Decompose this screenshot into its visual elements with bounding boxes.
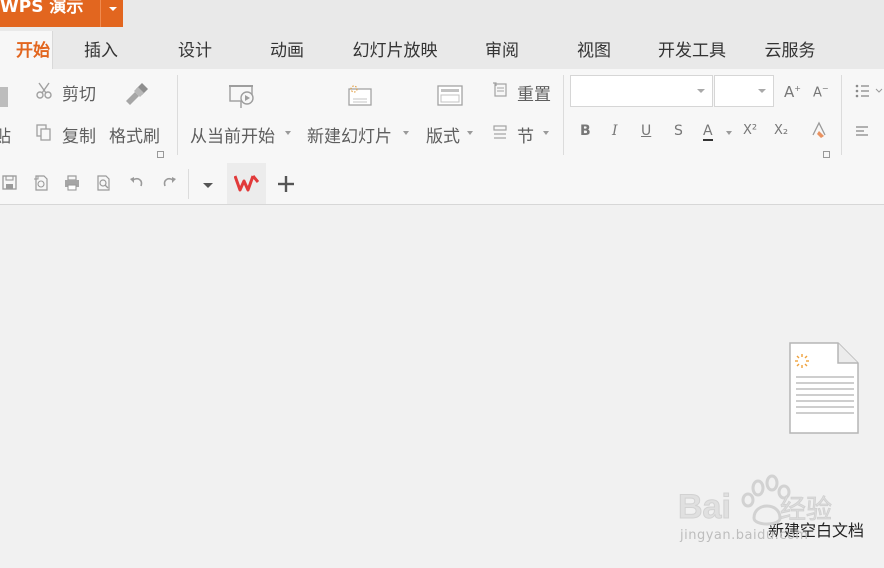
app-menu-dropdown-icon[interactable] (100, 0, 123, 27)
print-icon[interactable] (64, 175, 80, 191)
tab-insert[interactable]: 插入 (80, 31, 122, 69)
ribbon-separator (841, 75, 842, 155)
subscript-button[interactable]: X₂ (774, 123, 788, 138)
redo-icon[interactable] (161, 175, 177, 191)
font-color-caret-icon[interactable] (726, 131, 732, 135)
watermark-url: jingyan.baidu.com (680, 528, 809, 543)
reset-button[interactable]: 重置 (517, 80, 551, 105)
tab-slideshow[interactable]: 幻灯片放映 (347, 31, 443, 69)
scissors-icon[interactable] (36, 82, 52, 100)
tab-developer[interactable]: 开发工具 (653, 31, 731, 69)
decrease-font-size-icon[interactable]: A− (813, 84, 829, 100)
font-size-dropdown-icon[interactable] (758, 89, 766, 93)
new-slide-button[interactable]: 新建幻灯片 (307, 122, 392, 147)
font-name-dropdown-icon[interactable] (697, 89, 705, 93)
new-tab-plus-icon[interactable] (276, 174, 296, 194)
tab-home[interactable]: 开始 (0, 31, 53, 69)
export-pdf-icon[interactable] (33, 175, 49, 191)
ribbon-panel: 贴 剪切 复制 格式刷 从当前开始 新建幻灯片 版式 重置 节 A+ A− B … (0, 69, 884, 163)
section-button[interactable]: 节 (517, 122, 534, 147)
format-painter-icon[interactable] (122, 81, 150, 109)
tab-review[interactable]: 审阅 (481, 31, 523, 69)
customize-dropdown-icon[interactable] (203, 183, 213, 188)
bold-button[interactable]: B (580, 123, 591, 139)
ribbon-separator (177, 75, 178, 155)
svg-text:Bai: Bai (678, 488, 731, 526)
quick-access-separator (188, 169, 189, 199)
cut-button[interactable]: 剪切 (62, 80, 96, 105)
tab-view[interactable]: 视图 (573, 31, 615, 69)
paste-button-label[interactable]: 贴 (0, 122, 11, 147)
print-preview-icon[interactable] (96, 175, 112, 191)
new-blank-document-icon[interactable] (788, 342, 860, 436)
copy-button[interactable]: 复制 (62, 122, 96, 147)
reset-icon[interactable] (492, 82, 508, 98)
superscript-button[interactable]: X² (743, 123, 757, 138)
font-name-combobox[interactable] (570, 75, 713, 107)
new-slide-icon[interactable] (346, 83, 374, 109)
italic-button[interactable]: I (612, 123, 618, 139)
title-strip: WPS 演示 (0, 0, 884, 31)
section-caret-icon[interactable] (543, 131, 549, 135)
layout-icon[interactable] (437, 85, 465, 109)
align-left-icon[interactable] (856, 125, 870, 139)
format-painter-button[interactable]: 格式刷 (109, 122, 160, 147)
layout-button[interactable]: 版式 (426, 122, 460, 147)
play-from-current-icon[interactable] (229, 83, 257, 111)
font-dialog-launcher-icon[interactable] (823, 151, 830, 158)
paste-icon[interactable] (0, 83, 10, 109)
clipboard-dialog-launcher-icon[interactable] (157, 151, 164, 158)
font-size-combobox[interactable] (714, 75, 774, 107)
svg-text:经验: 经验 (780, 494, 832, 524)
section-icon[interactable] (492, 125, 508, 141)
ribbon-separator (563, 75, 564, 155)
strikethrough-button[interactable]: S (674, 123, 683, 139)
copy-icon[interactable] (36, 124, 52, 142)
undo-icon[interactable] (129, 175, 145, 191)
clear-format-icon[interactable] (811, 121, 827, 139)
tab-design[interactable]: 设计 (174, 31, 216, 69)
wps-logo-icon (234, 175, 259, 192)
layout-caret-icon[interactable] (467, 131, 473, 135)
ribbon-tabs: 开始 插入 设计 动画 幻灯片放映 审阅 视图 开发工具 云服务 (0, 31, 884, 69)
app-title: WPS 演示 (0, 0, 84, 17)
tab-animation[interactable]: 动画 (266, 31, 308, 69)
new-slide-caret-icon[interactable] (403, 131, 409, 135)
underline-button[interactable]: U (641, 123, 651, 139)
increase-font-size-icon[interactable]: A+ (784, 83, 801, 101)
save-icon[interactable] (2, 175, 18, 191)
play-from-current-button[interactable]: 从当前开始 (190, 122, 275, 147)
font-color-button[interactable]: A (703, 123, 713, 141)
tab-cloud[interactable]: 云服务 (760, 31, 820, 69)
wps-home-tab[interactable] (227, 163, 266, 204)
app-menu-button[interactable]: WPS 演示 (0, 0, 100, 27)
bullet-list-icon[interactable] (855, 83, 884, 99)
play-from-current-caret-icon[interactable] (285, 131, 291, 135)
quick-access-toolbar (0, 163, 884, 205)
